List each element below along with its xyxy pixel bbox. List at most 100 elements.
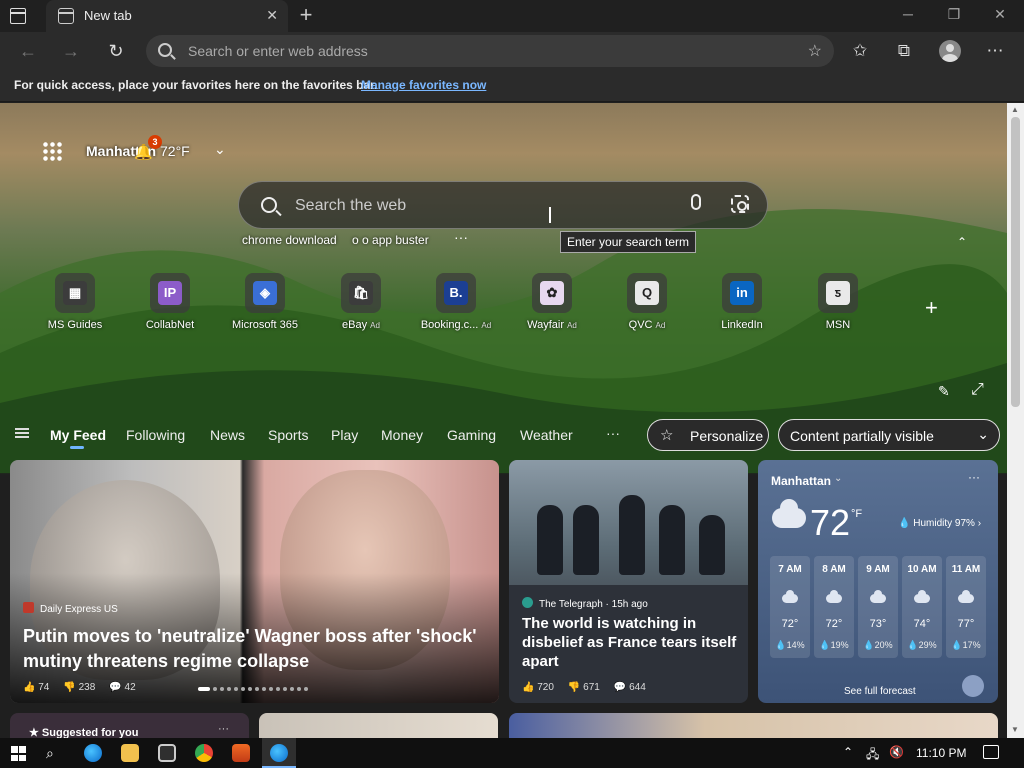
chrome-icon[interactable] — [195, 744, 213, 762]
content-visibility-dropdown[interactable]: Content partially visible ⌄ — [778, 419, 1000, 451]
app-icon[interactable] — [232, 744, 250, 762]
main-news-card[interactable]: Daily Express US Putin moves to 'neutral… — [10, 460, 499, 703]
add-favorite-icon[interactable]: ☆ — [808, 41, 822, 61]
personalize-button[interactable]: ☆ Personalize — [647, 419, 769, 451]
hourly-forecast-item[interactable]: 9 AM 73° 💧20% — [858, 556, 898, 658]
quick-link-icon: IP — [150, 273, 190, 313]
tab-new-tab[interactable]: New tab ✕ — [46, 0, 288, 32]
edit-background-icon[interactable]: ✎ — [938, 383, 950, 400]
active-app-indicator[interactable] — [262, 738, 296, 768]
hourly-forecast-item[interactable]: 10 AM 74° 💧29% — [902, 556, 942, 658]
tab-play[interactable]: Play — [331, 427, 358, 443]
page-scrollbar[interactable]: ▲ ▼ — [1007, 103, 1024, 738]
header-weather[interactable]: 72°F — [160, 143, 190, 159]
new-tab-button[interactable]: + — [294, 2, 318, 28]
close-window-button[interactable]: ✕ — [990, 6, 1010, 23]
back-button[interactable]: ← — [17, 40, 39, 62]
news-headline[interactable]: Putin moves to 'neutralize' Wagner boss … — [23, 624, 493, 674]
search-icon[interactable]: ⌕ — [46, 745, 54, 762]
restore-button[interactable]: ❐ — [944, 6, 964, 23]
news-card-preview[interactable] — [259, 713, 498, 738]
forecast-time: 10 AM — [907, 564, 937, 575]
chevron-down-icon[interactable]: ⌄ — [214, 141, 226, 158]
new-tab-page: Manhattan 🔔 3 72°F ⌄ Search the web chro… — [0, 103, 1007, 738]
minimize-button[interactable]: ─ — [898, 6, 918, 22]
quick-link-ms-guides[interactable]: ▦ MS Guides — [30, 273, 120, 331]
more-tabs-button[interactable]: ··· — [606, 425, 620, 441]
quick-link-booking-c[interactable]: B. Booking.c... Ad — [411, 273, 501, 331]
web-search-input[interactable]: Search the web — [295, 197, 406, 215]
windows-start-icon[interactable] — [11, 746, 26, 761]
hourly-forecast-item[interactable]: 11 AM 77° 💧17% — [946, 556, 986, 658]
profile-avatar[interactable] — [939, 40, 961, 62]
expand-icon[interactable]: ⤢ — [971, 381, 984, 399]
quick-link-qvc[interactable]: Q QVC Ad — [602, 273, 692, 331]
quick-link-microsoft-365[interactable]: ◈ Microsoft 365 — [220, 273, 310, 331]
edge-icon[interactable] — [84, 744, 102, 762]
tab-news[interactable]: News — [210, 427, 245, 443]
menu-icon[interactable] — [15, 428, 29, 438]
tab-gaming[interactable]: Gaming — [447, 427, 496, 443]
quick-link-collabnet[interactable]: IP CollabNet — [125, 273, 215, 331]
scroll-down-arrow-icon[interactable]: ▼ — [1011, 725, 1019, 734]
weather-location[interactable]: Manhattan — [771, 474, 831, 488]
tab-following[interactable]: Following — [126, 427, 185, 443]
carousel-indicator[interactable] — [198, 686, 316, 692]
trending-more-button[interactable]: ··· — [454, 229, 468, 245]
tab-sports[interactable]: Sports — [268, 427, 308, 443]
network-icon[interactable]: 🖧 — [866, 745, 879, 766]
chevron-up-icon[interactable]: ⌃ — [843, 745, 853, 759]
news-headline[interactable]: The world is watching in disbelief as Fr… — [522, 614, 742, 671]
address-input[interactable]: Search or enter web address — [188, 43, 368, 59]
settings-more-icon[interactable]: ⋯ — [984, 40, 1006, 62]
store-icon[interactable] — [158, 744, 176, 762]
scrollbar-thumb[interactable] — [1011, 117, 1020, 407]
forecast-temperature: 72° — [825, 618, 843, 630]
more-options-icon[interactable]: ··· — [968, 470, 980, 484]
quick-link-wayfair[interactable]: ✿ Wayfair Ad — [507, 273, 597, 331]
content-visibility-value: Content partially visible — [790, 428, 934, 444]
tab-weather[interactable]: Weather — [520, 427, 573, 443]
add-shortcut-button[interactable]: + — [925, 295, 938, 321]
more-options-icon[interactable]: ··· — [218, 723, 229, 735]
tab-my-feed[interactable]: My Feed — [50, 427, 106, 443]
quick-link-msn[interactable]: ƽ MSN — [793, 273, 883, 331]
weather-card[interactable]: Manhattan ⌄ ··· 72 °F 💧 Humidity 97% › 7… — [758, 460, 998, 703]
close-tab-icon[interactable]: ✕ — [266, 7, 278, 24]
file-explorer-icon[interactable] — [121, 744, 139, 762]
quick-link-ebay[interactable]: 🛍 eBay Ad — [316, 273, 406, 331]
personalize-label: Personalize — [690, 428, 764, 444]
forecast-precipitation: 💧29% — [907, 640, 937, 650]
tab-actions-icon[interactable] — [10, 8, 26, 24]
forward-button[interactable]: → — [60, 40, 82, 62]
volume-muted-icon[interactable]: 🔇 — [889, 745, 904, 759]
temperature-unit[interactable]: °F — [851, 508, 862, 520]
quick-link-label: eBay Ad — [342, 319, 380, 331]
trending-search-1[interactable]: chrome download — [242, 233, 337, 247]
collections-icon[interactable]: ⧉ — [893, 40, 915, 62]
trending-search-2[interactable]: o o app buster — [352, 233, 429, 247]
hourly-forecast-item[interactable]: 8 AM 72° 💧19% — [814, 556, 854, 658]
tab-money[interactable]: Money — [381, 427, 423, 443]
quick-link-linkedin[interactable]: in LinkedIn — [697, 273, 787, 331]
news-engagement: 👍 74 👎 238 💬 42 — [23, 682, 150, 693]
scroll-up-arrow-icon[interactable]: ▲ — [1011, 105, 1019, 114]
favorites-icon[interactable]: ✩ — [849, 40, 871, 62]
manage-favorites-link[interactable]: Manage favorites now — [361, 78, 486, 92]
apps-grid-icon[interactable] — [42, 141, 62, 161]
hourly-forecast-item[interactable]: 7 AM 72° 💧14% — [770, 556, 810, 658]
chevron-down-icon[interactable]: ⌄ — [834, 473, 842, 484]
secondary-news-card[interactable]: The Telegraph · 15h ago The world is wat… — [509, 460, 748, 703]
collapse-chevron-icon[interactable]: ⌃ — [957, 235, 967, 249]
microphone-icon[interactable] — [691, 194, 701, 210]
humidity[interactable]: 💧 Humidity 97% › — [898, 518, 981, 529]
title-bar: New tab ✕ + ─ ❐ ✕ — [0, 0, 1024, 32]
system-clock[interactable]: 11:10 PM — [916, 746, 966, 760]
see-full-forecast-link[interactable]: See full forecast — [844, 686, 916, 697]
address-bar[interactable]: Search or enter web address ☆ — [146, 35, 834, 67]
refresh-button[interactable]: ↻ — [105, 40, 127, 62]
web-search-box[interactable]: Search the web — [238, 181, 768, 229]
notification-center-icon[interactable] — [983, 745, 999, 759]
visual-search-icon[interactable] — [731, 195, 749, 213]
news-card-preview[interactable] — [509, 713, 998, 738]
